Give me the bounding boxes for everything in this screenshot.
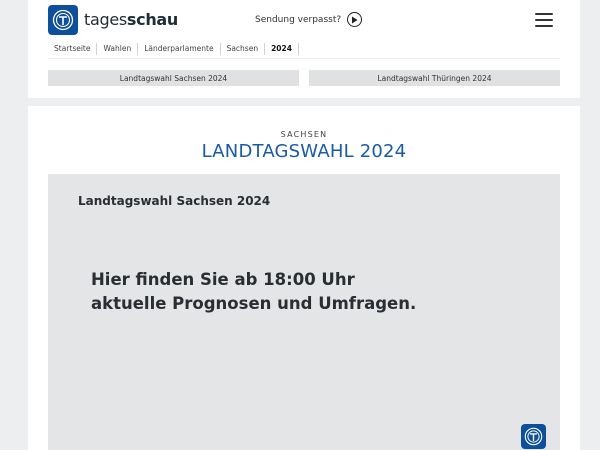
site-header: tagesschau Sendung verpasst? <box>28 0 580 40</box>
site-logo-text[interactable]: tagesschau <box>84 10 178 29</box>
tab-landtagswahl-sachsen[interactable]: Landtagswahl Sachsen 2024 <box>48 70 299 86</box>
missed-show-label: Sendung verpasst? <box>255 14 342 25</box>
tagesschau-logo-icon[interactable] <box>48 5 78 35</box>
stage-title: Landtagswahl Sachsen 2024 <box>78 194 271 208</box>
election-results-stage: Landtagswahl Sachsen 2024 Hier finden Si… <box>48 174 560 450</box>
menu-bar <box>535 25 553 27</box>
breadcrumb-item-sachsen[interactable]: Sachsen <box>221 43 266 55</box>
main-card: SACHSEN LANDTAGSWAHL 2024 Landtagswahl S… <box>28 106 580 450</box>
top-card: tagesschau Sendung verpasst? Startseite … <box>28 0 580 98</box>
breadcrumb-item-laenderparlamente[interactable]: Länderparlamente <box>138 43 221 55</box>
play-circle-icon[interactable] <box>347 12 363 27</box>
page-title: LANDTAGSWAHL 2024 <box>201 141 407 162</box>
breadcrumb-divider <box>48 58 560 59</box>
stage-message-line-2: aktuelle Prognosen und Umfragen. <box>91 294 417 313</box>
brand-light: tages <box>84 10 127 29</box>
breadcrumb-item-2024[interactable]: 2024 <box>265 43 299 55</box>
breadcrumb-item-wahlen[interactable]: Wahlen <box>97 43 139 55</box>
breadcrumb-item-startseite[interactable]: Startseite <box>48 43 98 55</box>
page-kicker: SACHSEN <box>280 130 328 139</box>
menu-bar <box>535 19 553 21</box>
tab-landtagswahl-thueringen[interactable]: Landtagswahl Thüringen 2024 <box>309 70 560 86</box>
menu-bar <box>535 13 553 15</box>
missed-show-link[interactable]: Sendung verpasst? <box>255 12 363 27</box>
tagesschau-logo-icon <box>521 424 546 449</box>
stage-message-line-1: Hier finden Sie ab 18:00 Uhr <box>91 270 355 289</box>
hamburger-menu-icon[interactable] <box>535 13 553 27</box>
brand-bold: schau <box>126 10 179 29</box>
stage-message: Hier finden Sie ab 18:00 Uhr aktuelle Pr… <box>91 268 416 316</box>
breadcrumb: Startseite Wahlen Länderparlamente Sachs… <box>48 42 299 56</box>
